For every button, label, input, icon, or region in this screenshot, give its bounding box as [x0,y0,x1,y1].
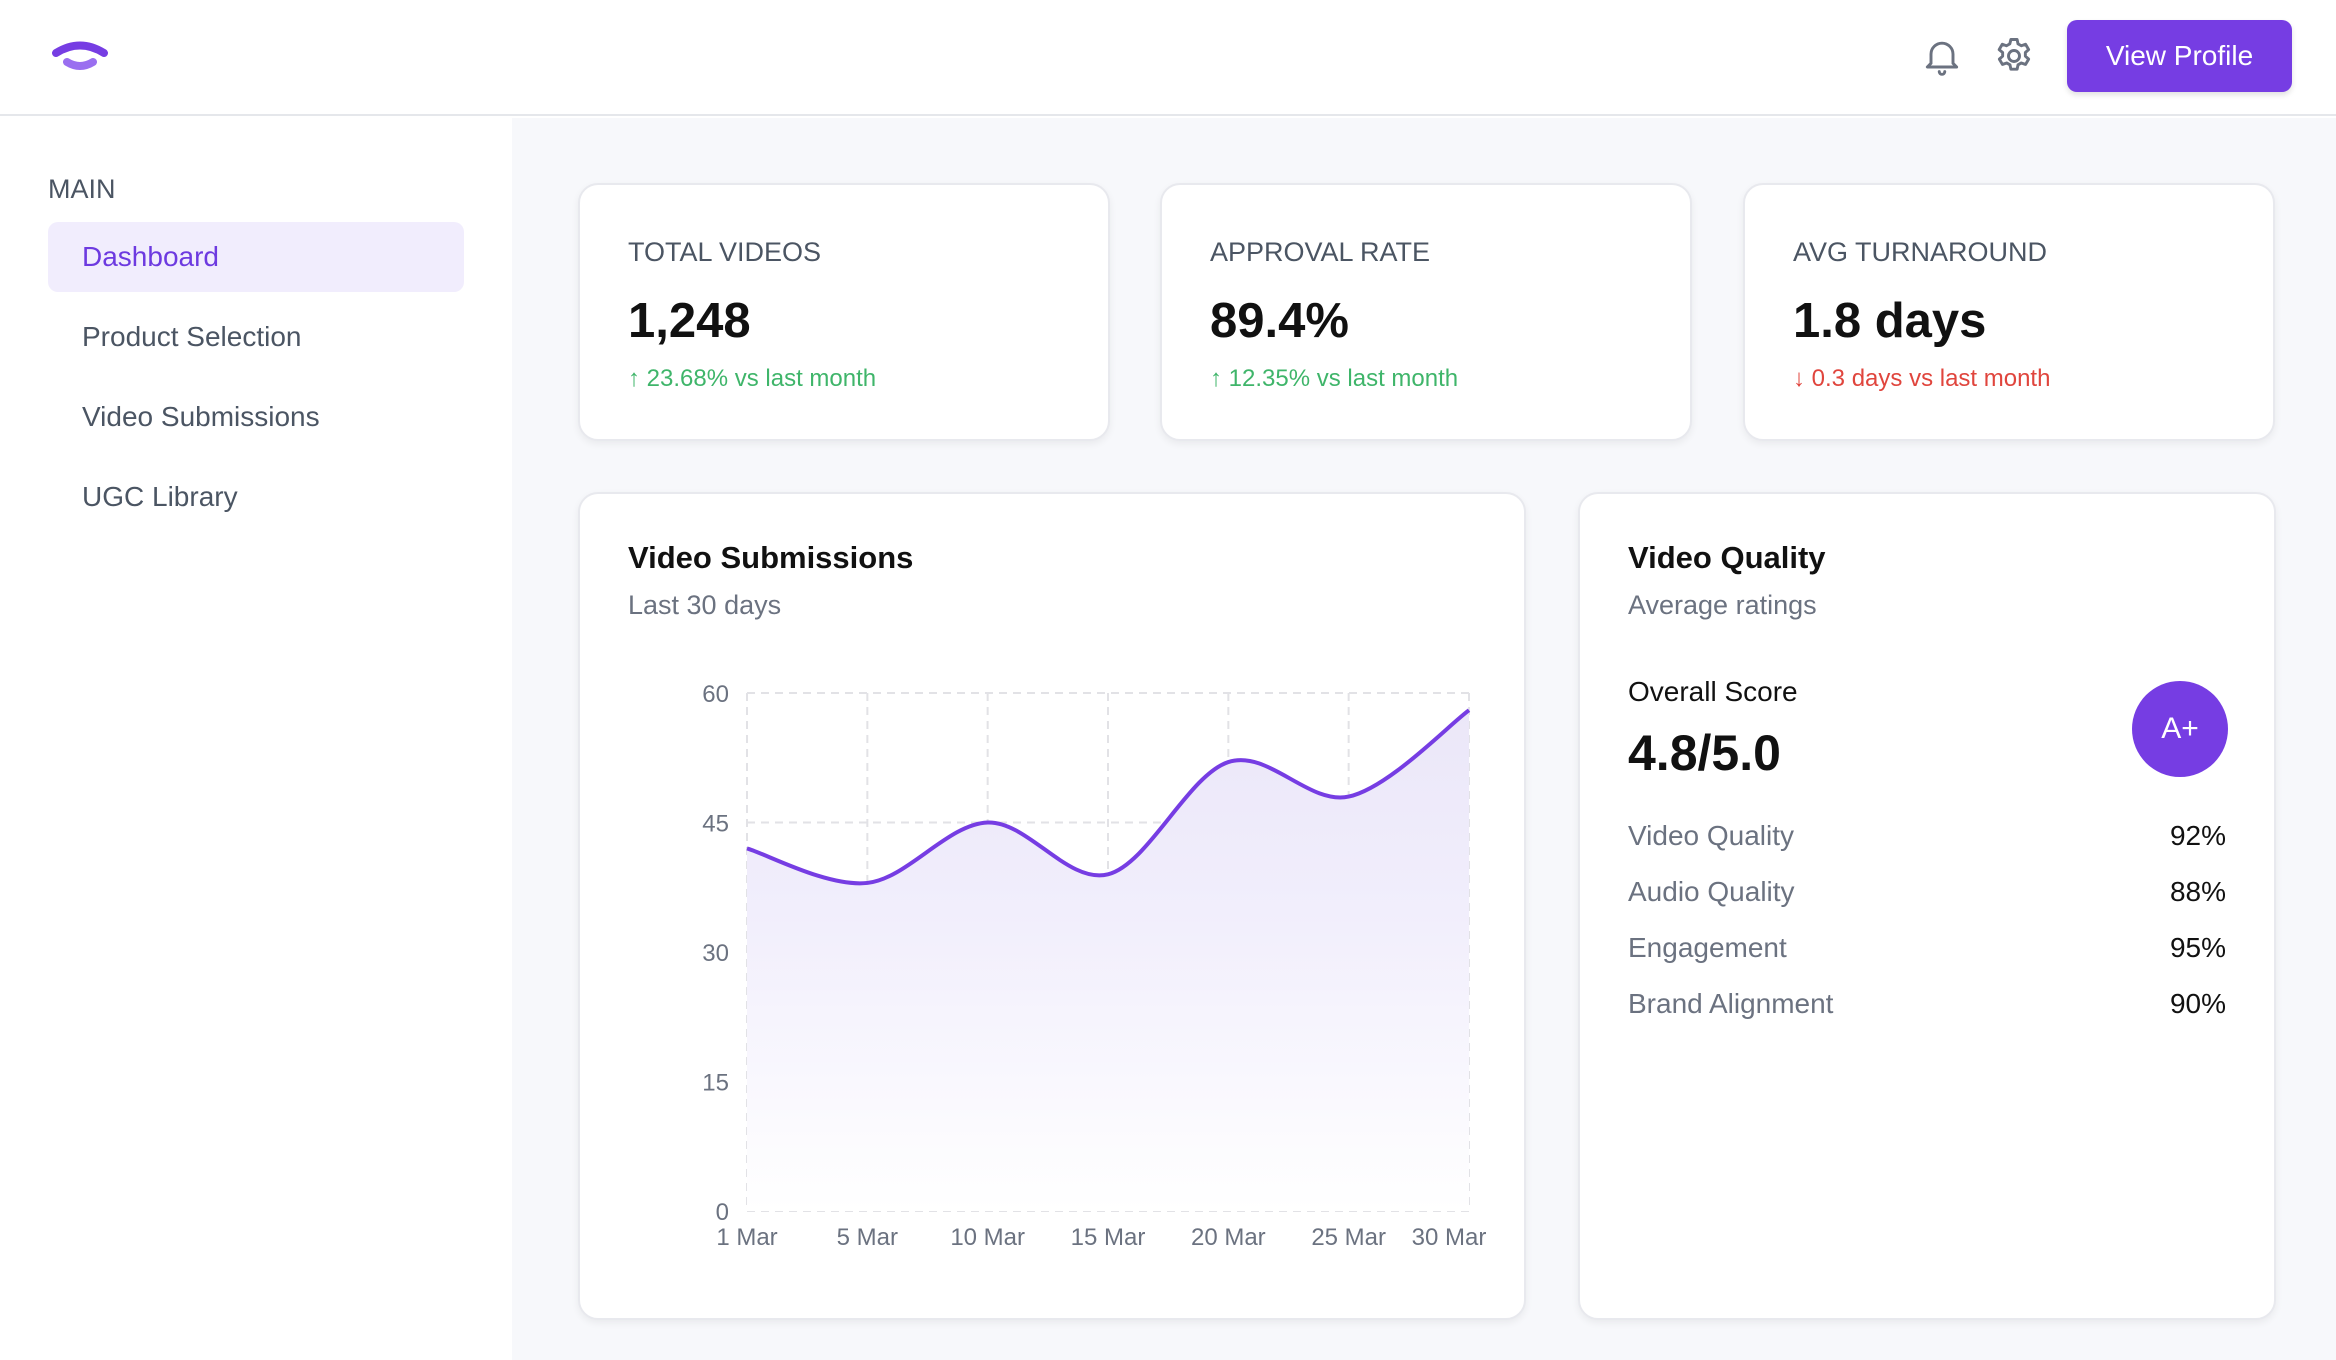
x-tick-label: 25 Mar [1311,1224,1386,1251]
x-tick-label: 5 Mar [837,1224,898,1251]
metric-row: Audio Quality 88% [1628,876,2226,908]
y-tick-label: 45 [702,811,729,838]
stat-change: ↑ 12.35% vs last month [1210,365,1459,392]
metric-name: Brand Alignment [1628,988,1834,1019]
sidebar-item-video-submissions[interactable]: Video Submissions [48,382,464,452]
area-fill [747,710,1469,1211]
metric-name: Video Quality [1628,820,1795,851]
stat-change: ↑ 23.68% vs last month [628,365,877,392]
x-tick-label: 20 Mar [1191,1224,1266,1251]
card-title: Video Quality [1628,540,1826,575]
metric-value: 92% [2169,820,2226,851]
stat-change: ↓ 0.3 days vs last month [1793,365,2051,392]
stat-card-approval-rate: APPROVAL RATE 89.4% ↑ 12.35% vs last mon… [1160,183,1692,441]
stat-value: 1.8 days [1793,294,1987,348]
y-tick-label: 0 [716,1199,729,1226]
metric-value: 88% [2169,876,2226,907]
sidebar-item-dashboard[interactable]: Dashboard [48,222,464,292]
logo-icon[interactable] [50,38,110,74]
stat-card-total-videos: TOTAL VIDEOS 1,248 ↑ 23.68% vs last mont… [578,183,1110,441]
bell-icon[interactable] [1920,34,1964,78]
view-profile-button[interactable]: View Profile [2067,20,2292,92]
sidebar: MAIN Dashboard Product Selection Video S… [0,118,512,1360]
main-content: TOTAL VIDEOS 1,248 ↑ 23.68% vs last mont… [512,118,2336,1360]
gear-icon[interactable] [1992,34,2036,78]
stat-card-avg-turnaround: AVG TURNAROUND 1.8 days ↓ 0.3 days vs la… [1743,183,2275,441]
overall-score-value: 4.8/5.0 [1628,725,1781,781]
overall-score-label: Overall Score [1628,676,1798,707]
x-tick-label: 10 Mar [950,1224,1025,1251]
y-tick-label: 15 [702,1070,729,1097]
stat-value: 1,248 [628,294,751,348]
video-submissions-card: Video Submissions Last 30 days 0 15 30 45 60… [578,492,1526,1320]
x-tick-label: 1 Mar [716,1224,777,1251]
grade-badge: A+ [2132,681,2228,777]
top-header: View Profile [0,0,2336,116]
metric-name: Audio Quality [1628,876,1795,907]
metric-row: Video Quality 92% [1628,820,2226,852]
metric-row: Engagement 95% [1628,932,2226,964]
metric-row: Brand Alignment 90% [1628,988,2226,1020]
stat-label: APPROVAL RATE [1210,237,1431,267]
submissions-chart: 0 15 30 45 60 1 Mar 5 Mar 10 Mar 15 Mar 20 Mar 25 … [702,681,1487,1251]
x-tick-label: 15 Mar [1071,1224,1146,1251]
sidebar-item-ugc-library[interactable]: UGC Library [48,462,464,532]
metric-value: 95% [2169,932,2226,963]
sidebar-section-title: MAIN [48,174,116,204]
stat-label: TOTAL VIDEOS [628,237,822,267]
metric-name: Engagement [1628,932,1787,963]
video-quality-card: Video Quality Average ratings Overall Sc… [1578,492,2276,1320]
y-tick-label: 30 [702,940,729,967]
metric-value: 90% [2169,988,2226,1019]
x-tick-label: 30 Mar [1412,1224,1487,1251]
stat-label: AVG TURNAROUND [1793,237,2048,267]
y-tick-label: 60 [702,681,729,708]
sidebar-item-product-selection[interactable]: Product Selection [48,302,464,372]
card-subtitle: Average ratings [1628,590,1817,620]
stat-value: 89.4% [1210,294,1349,348]
